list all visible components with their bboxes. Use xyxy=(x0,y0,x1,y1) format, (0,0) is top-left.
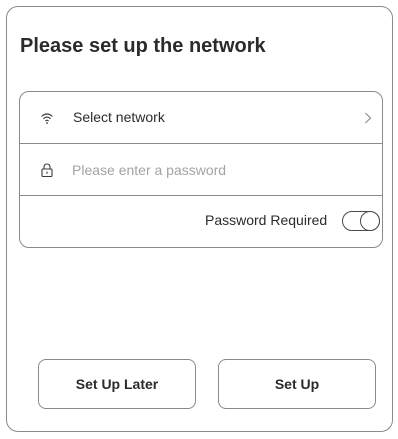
set-up-later-button[interactable]: Set Up Later xyxy=(38,359,196,409)
dialog-title: Please set up the network xyxy=(20,35,266,57)
password-required-label: Password Required xyxy=(205,212,328,228)
chevron-right-icon xyxy=(364,111,372,125)
network-setup-dialog: Please set up the network Select network xyxy=(6,6,393,432)
toggle-knob xyxy=(360,211,380,231)
password-input[interactable] xyxy=(72,159,362,181)
network-form: Select network Password Required xyxy=(19,91,383,248)
wifi-icon xyxy=(40,110,54,126)
select-network-label: Select network xyxy=(73,109,165,125)
set-up-button[interactable]: Set Up xyxy=(218,359,376,409)
password-required-row: Password Required xyxy=(20,196,382,247)
select-network-row[interactable]: Select network xyxy=(20,92,382,144)
password-required-toggle[interactable] xyxy=(342,211,380,231)
lock-icon xyxy=(40,162,54,178)
password-row xyxy=(20,144,382,196)
